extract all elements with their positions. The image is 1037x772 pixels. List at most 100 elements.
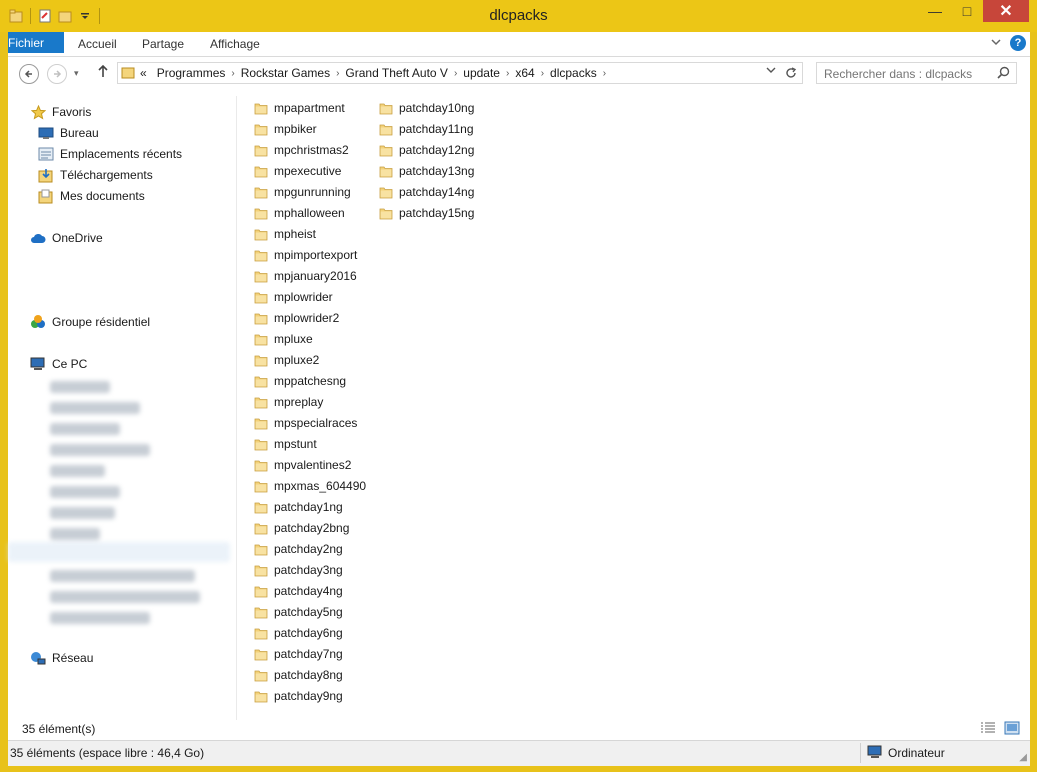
folder-item[interactable]: patchday5ng <box>254 601 343 622</box>
window-title: dlcpacks <box>489 7 548 24</box>
large-icons-view-icon[interactable] <box>1004 721 1020 735</box>
nav-mes-documents[interactable]: Mes documents <box>38 186 145 206</box>
tab-fichier[interactable]: Fichier <box>8 32 64 53</box>
folder-item[interactable]: mpstunt <box>254 433 317 454</box>
folder-item[interactable]: mpluxe2 <box>254 349 319 370</box>
folder-icon <box>379 163 394 178</box>
forward-button[interactable] <box>47 64 67 84</box>
folder-item[interactable]: mpchristmas2 <box>254 139 349 160</box>
folder-item[interactable]: mpluxe <box>254 328 313 349</box>
folder-item[interactable]: mpexecutive <box>254 160 341 181</box>
folder-item[interactable]: patchday10ng <box>379 97 474 118</box>
breadcrumb-update[interactable]: update <box>458 66 505 80</box>
help-icon[interactable]: ? <box>1010 35 1026 51</box>
folder-item[interactable]: patchday12ng <box>379 139 474 160</box>
folder-item[interactable]: mpspecialraces <box>254 412 357 433</box>
nav-bureau[interactable]: Bureau <box>38 123 99 143</box>
breadcrumb-rockstar-games[interactable]: Rockstar Games <box>236 66 335 80</box>
folder-item[interactable]: mplowrider <box>254 286 333 307</box>
folder-item[interactable]: patchday14ng <box>379 181 474 202</box>
nav-onedrive[interactable]: OneDrive <box>30 228 103 248</box>
tab-accueil[interactable]: Accueil <box>78 32 117 56</box>
folder-item[interactable]: mpheist <box>254 223 316 244</box>
star-icon <box>30 104 46 120</box>
folder-name: mpspecialraces <box>274 415 358 430</box>
folder-item[interactable]: mpapartment <box>254 97 345 118</box>
resize-grip-icon[interactable]: ◢ <box>1019 752 1027 763</box>
folder-name: mpluxe <box>274 331 313 346</box>
nav-favoris[interactable]: Favoris <box>30 102 91 122</box>
maximize-button[interactable]: □ <box>951 0 983 22</box>
folder-item[interactable]: mpgunrunning <box>254 181 351 202</box>
breadcrumb-programmes[interactable]: Programmes <box>152 66 231 80</box>
folder-item[interactable]: patchday6ng <box>254 622 343 643</box>
tab-affichage[interactable]: Affichage <box>210 32 260 56</box>
up-button[interactable] <box>97 64 109 82</box>
folder-name: patchday8ng <box>274 667 343 682</box>
close-button[interactable]: ✕ <box>983 0 1029 22</box>
folder-item[interactable]: patchday4ng <box>254 580 343 601</box>
folder-item[interactable]: patchday7ng <box>254 643 343 664</box>
homegroup-icon <box>30 314 46 330</box>
breadcrumb-dlcpacks[interactable]: dlcpacks <box>545 66 602 80</box>
search-icon[interactable] <box>997 66 1010 82</box>
status-bar: 35 éléments (espace libre : 46,4 Go) Ord… <box>8 740 1030 766</box>
pane-divider[interactable] <box>236 96 237 720</box>
folder-item[interactable]: mppatchesng <box>254 370 346 391</box>
nav-emplacements-recents[interactable]: Emplacements récents <box>38 144 182 164</box>
folder-item[interactable]: patchday3ng <box>254 559 343 580</box>
back-button[interactable] <box>19 64 39 84</box>
folder-item[interactable]: mpxmas_604490 <box>254 475 366 496</box>
minimize-button[interactable]: — <box>919 0 951 22</box>
nav-ce-pc[interactable]: Ce PC <box>30 354 87 374</box>
folder-icon <box>254 289 269 304</box>
folder-icon <box>254 247 269 262</box>
address-history-dropdown-icon[interactable] <box>766 66 776 77</box>
folder-name: mppatchesng <box>274 373 347 388</box>
refresh-button[interactable] <box>781 63 801 83</box>
nav-telechargements-label: Téléchargements <box>60 168 153 182</box>
nav-telechargements[interactable]: Téléchargements <box>38 165 153 185</box>
address-bar[interactable]: « Programmes › Rockstar Games › Grand Th… <box>117 62 803 84</box>
folder-item[interactable]: mplowrider2 <box>254 307 339 328</box>
folder-name: patchday6ng <box>274 625 343 640</box>
nav-mes-documents-label: Mes documents <box>60 189 145 203</box>
recent-locations-dropdown-icon[interactable]: ▾ <box>74 68 79 79</box>
folder-item[interactable]: mpbiker <box>254 118 317 139</box>
folder-item[interactable]: mpreplay <box>254 391 323 412</box>
recent-places-icon <box>38 146 54 162</box>
folder-item[interactable]: patchday9ng <box>254 685 343 706</box>
ribbon-tabs: Fichier Accueil Partage Affichage ? <box>8 32 1030 57</box>
search-input[interactable] <box>817 63 996 85</box>
documents-icon <box>38 188 54 204</box>
breadcrumb-gta-v[interactable]: Grand Theft Auto V <box>340 66 453 80</box>
folder-item[interactable]: patchday8ng <box>254 664 343 685</box>
folder-item[interactable]: patchday2ng <box>254 538 343 559</box>
folder-item[interactable]: patchday1ng <box>254 496 343 517</box>
chevron-right-icon[interactable]: › <box>602 68 607 79</box>
nav-reseau[interactable]: Réseau <box>30 648 93 668</box>
folder-icon <box>379 121 394 136</box>
folder-icon <box>254 184 269 199</box>
folder-item[interactable]: patchday2bng <box>254 517 349 538</box>
status-free-space: 35 éléments (espace libre : 46,4 Go) <box>10 746 205 760</box>
folder-item[interactable]: mpvalentines2 <box>254 454 351 475</box>
folder-item[interactable]: patchday13ng <box>379 160 474 181</box>
folder-name: patchday14ng <box>399 184 475 199</box>
nav-bureau-label: Bureau <box>60 126 99 140</box>
tab-partage[interactable]: Partage <box>142 32 184 56</box>
folder-name: patchday1ng <box>274 499 343 514</box>
address-overflow[interactable]: « <box>135 66 152 80</box>
breadcrumb-x64[interactable]: x64 <box>510 66 539 80</box>
nav-groupe-residentiel[interactable]: Groupe résidentiel <box>30 312 150 332</box>
folder-item[interactable]: patchday15ng <box>379 202 474 223</box>
search-box[interactable] <box>816 62 1017 85</box>
folder-item[interactable]: mpimportexport <box>254 244 357 265</box>
folder-name: mphalloween <box>274 205 345 220</box>
folder-item[interactable]: patchday11ng <box>379 118 474 139</box>
computer-icon <box>867 745 883 762</box>
expand-ribbon-icon[interactable] <box>990 36 1002 50</box>
folder-item[interactable]: mphalloween <box>254 202 345 223</box>
details-view-icon[interactable] <box>980 721 996 735</box>
folder-item[interactable]: mpjanuary2016 <box>254 265 357 286</box>
